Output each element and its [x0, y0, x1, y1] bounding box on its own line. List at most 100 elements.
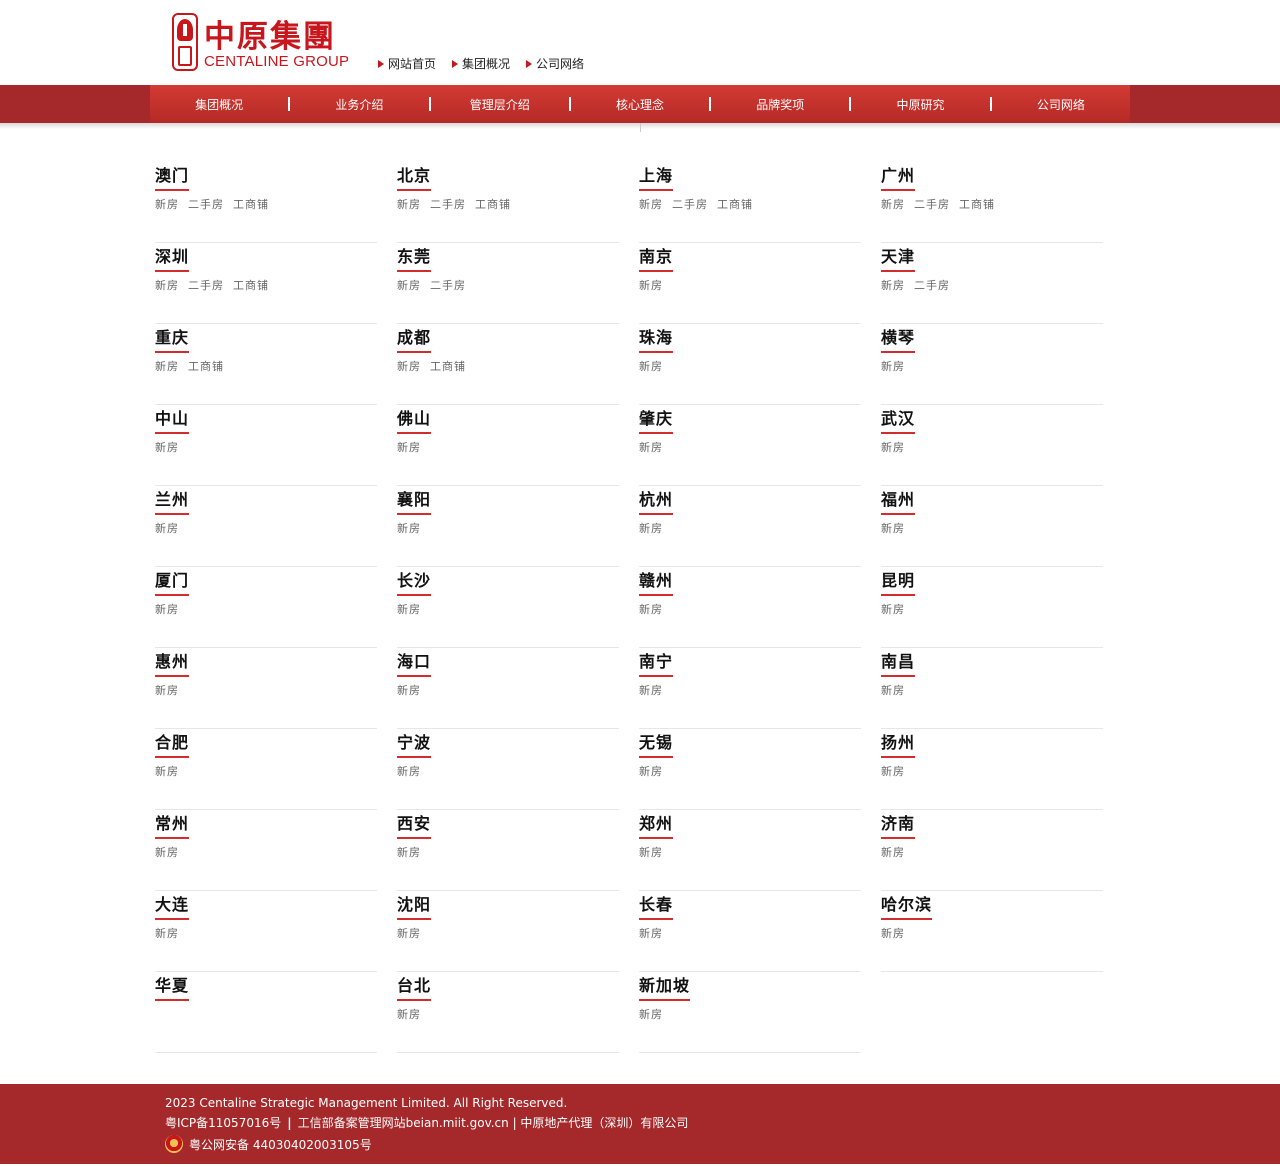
city-category-link[interactable]: 新房 — [155, 763, 179, 779]
nav-item[interactable]: 管理层介绍 — [431, 96, 569, 113]
nav-item[interactable]: 公司网络 — [992, 96, 1130, 113]
miit-link[interactable]: 工信部备案管理网站beian.miit.gov.cn | 中原地产代理（深圳）有… — [298, 1116, 689, 1130]
city-name-link[interactable]: 西安 — [397, 810, 432, 839]
city-name-link[interactable]: 南京 — [639, 243, 674, 272]
city-name-link[interactable]: 东莞 — [397, 243, 432, 272]
city-category-link[interactable]: 新房 — [639, 520, 663, 536]
city-name-link[interactable]: 沈阳 — [397, 891, 432, 920]
police-record-link[interactable]: 粤公网安备 44030402003105号 — [189, 1136, 372, 1153]
city-category-link[interactable]: 新房 — [881, 520, 905, 536]
city-category-link[interactable]: 新房 — [639, 844, 663, 860]
city-category-link[interactable]: 新房 — [639, 925, 663, 941]
city-name-link[interactable]: 兰州 — [155, 486, 190, 515]
city-name-link[interactable]: 赣州 — [639, 567, 674, 596]
city-category-link[interactable]: 二手房 — [188, 277, 224, 293]
city-category-link[interactable]: 新房 — [397, 1006, 421, 1022]
city-category-link[interactable]: 新房 — [155, 520, 179, 536]
city-category-link[interactable]: 工商铺 — [233, 277, 269, 293]
city-category-link[interactable]: 新房 — [881, 925, 905, 941]
city-category-link[interactable]: 二手房 — [672, 196, 708, 212]
city-name-link[interactable]: 济南 — [881, 810, 916, 839]
city-category-link[interactable]: 新房 — [397, 358, 421, 374]
city-category-link[interactable]: 新房 — [639, 277, 663, 293]
city-category-link[interactable]: 新房 — [881, 439, 905, 455]
city-category-link[interactable]: 工商铺 — [233, 196, 269, 212]
nav-item[interactable]: 业务介绍 — [290, 96, 428, 113]
city-name-link[interactable]: 襄阳 — [397, 486, 432, 515]
city-name-link[interactable]: 常州 — [155, 810, 190, 839]
city-category-link[interactable]: 新房 — [155, 925, 179, 941]
city-category-link[interactable]: 新房 — [155, 358, 179, 374]
city-category-link[interactable]: 新房 — [881, 601, 905, 617]
city-category-link[interactable]: 新房 — [397, 520, 421, 536]
city-category-link[interactable]: 新房 — [155, 844, 179, 860]
city-name-link[interactable]: 广州 — [881, 162, 916, 191]
city-category-link[interactable]: 二手房 — [914, 277, 950, 293]
city-category-link[interactable]: 新房 — [881, 277, 905, 293]
city-category-link[interactable]: 新房 — [639, 763, 663, 779]
icp-link[interactable]: 粤ICP备11057016号 — [165, 1116, 281, 1130]
city-category-link[interactable]: 工商铺 — [959, 196, 995, 212]
nav-item[interactable]: 品牌奖项 — [711, 96, 849, 113]
city-name-link[interactable]: 长沙 — [397, 567, 432, 596]
city-name-link[interactable]: 深圳 — [155, 243, 190, 272]
city-category-link[interactable]: 新房 — [397, 925, 421, 941]
centaline-logo[interactable]: 中原集團 CENTALINE GROUP — [172, 13, 349, 73]
city-category-link[interactable]: 工商铺 — [475, 196, 511, 212]
city-category-link[interactable]: 新房 — [155, 196, 179, 212]
city-name-link[interactable]: 福州 — [881, 486, 916, 515]
city-name-link[interactable]: 新加坡 — [639, 972, 691, 1001]
city-category-link[interactable]: 新房 — [155, 682, 179, 698]
city-category-link[interactable]: 新房 — [397, 844, 421, 860]
nav-item[interactable]: 核心理念 — [571, 96, 709, 113]
city-name-link[interactable]: 无锡 — [639, 729, 674, 758]
city-category-link[interactable]: 二手房 — [914, 196, 950, 212]
city-category-link[interactable]: 工商铺 — [430, 358, 466, 374]
top-link-overview[interactable]: 集团概况 — [452, 55, 510, 72]
city-category-link[interactable]: 新房 — [639, 358, 663, 374]
city-name-link[interactable]: 合肥 — [155, 729, 190, 758]
city-name-link[interactable]: 哈尔滨 — [881, 891, 933, 920]
city-category-link[interactable]: 新房 — [881, 763, 905, 779]
city-category-link[interactable]: 新房 — [881, 358, 905, 374]
top-link-network[interactable]: 公司网络 — [526, 55, 584, 72]
city-name-link[interactable]: 北京 — [397, 162, 432, 191]
city-category-link[interactable]: 新房 — [881, 682, 905, 698]
top-link-home[interactable]: 网站首页 — [378, 55, 436, 72]
city-name-link[interactable]: 武汉 — [881, 405, 916, 434]
city-name-link[interactable]: 宁波 — [397, 729, 432, 758]
city-category-link[interactable]: 新房 — [397, 601, 421, 617]
city-category-link[interactable]: 新房 — [881, 844, 905, 860]
city-name-link[interactable]: 佛山 — [397, 405, 432, 434]
city-name-link[interactable]: 上海 — [639, 162, 674, 191]
city-category-link[interactable]: 新房 — [639, 682, 663, 698]
nav-item[interactable]: 集团概况 — [150, 96, 288, 113]
city-category-link[interactable]: 新房 — [155, 277, 179, 293]
city-category-link[interactable]: 新房 — [155, 601, 179, 617]
city-category-link[interactable]: 二手房 — [430, 196, 466, 212]
city-category-link[interactable]: 新房 — [155, 439, 179, 455]
city-category-link[interactable]: 新房 — [881, 196, 905, 212]
city-name-link[interactable]: 昆明 — [881, 567, 916, 596]
city-name-link[interactable]: 肇庆 — [639, 405, 674, 434]
city-name-link[interactable]: 华夏 — [155, 972, 190, 1001]
city-category-link[interactable]: 二手房 — [188, 196, 224, 212]
city-category-link[interactable]: 新房 — [639, 196, 663, 212]
city-name-link[interactable]: 南宁 — [639, 648, 674, 677]
city-category-link[interactable]: 工商铺 — [717, 196, 753, 212]
city-name-link[interactable]: 扬州 — [881, 729, 916, 758]
city-name-link[interactable]: 杭州 — [639, 486, 674, 515]
city-name-link[interactable]: 天津 — [881, 243, 916, 272]
city-category-link[interactable]: 新房 — [397, 763, 421, 779]
city-name-link[interactable]: 澳门 — [155, 162, 190, 191]
city-name-link[interactable]: 海口 — [397, 648, 432, 677]
city-category-link[interactable]: 二手房 — [430, 277, 466, 293]
city-name-link[interactable]: 横琴 — [881, 324, 916, 353]
nav-item[interactable]: 中原研究 — [851, 96, 989, 113]
city-category-link[interactable]: 工商铺 — [188, 358, 224, 374]
city-name-link[interactable]: 厦门 — [155, 567, 190, 596]
city-name-link[interactable]: 郑州 — [639, 810, 674, 839]
city-name-link[interactable]: 长春 — [639, 891, 674, 920]
city-category-link[interactable]: 新房 — [639, 601, 663, 617]
city-category-link[interactable]: 新房 — [639, 439, 663, 455]
